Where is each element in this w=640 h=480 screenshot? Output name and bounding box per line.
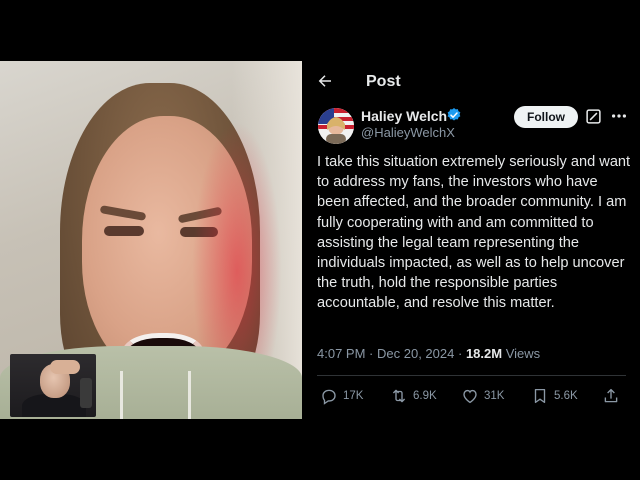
share-button[interactable] [602,387,620,405]
reply-icon [322,389,336,405]
repost-button[interactable]: 6.9K [390,387,437,405]
display-name[interactable]: Haliey Welch [361,108,447,124]
reply-count: 17K [343,390,364,402]
streamer-webcam [10,354,96,417]
bookmark-icon [534,388,546,404]
streamer-hand [50,360,80,374]
grok-icon[interactable] [585,108,602,125]
left-eye [104,226,144,236]
bookmark-button[interactable]: 5.6K [531,387,578,405]
repost-count: 6.9K [413,390,437,402]
post-time[interactable]: 4:07 PM [317,346,365,361]
back-arrow-icon[interactable] [316,72,334,90]
share-icon [604,388,618,403]
follow-button[interactable]: Follow [514,106,578,128]
verified-badge-icon [446,107,462,123]
divider [317,375,626,376]
reply-button[interactable]: 17K [320,387,363,405]
thumbnail-frame: Post Haliey Welch @HalieyWelchX Follow I… [0,0,640,480]
meta-separator: · [457,346,463,361]
more-icon[interactable] [610,107,628,125]
post-header: Post [302,61,640,103]
like-count: 31K [484,390,505,402]
post-date[interactable]: Dec 20, 2024 [377,346,454,361]
microphone [80,378,92,408]
post-text: I take this situation extremely seriousl… [317,154,631,312]
action-bar: 17K 6.9K 31K 5.6K [302,383,640,411]
like-icon [463,389,477,404]
avatar[interactable] [318,108,354,144]
hoodie-string-left [120,371,123,419]
views-label: Views [505,346,541,361]
repost-icon [392,389,406,403]
page-title: Post [366,73,401,90]
hoodie-string-right [188,371,191,419]
like-button[interactable]: 31K [461,387,504,405]
bookmark-count: 5.6K [554,390,578,402]
post-panel: Post Haliey Welch @HalieyWelchX Follow I… [302,61,640,419]
user-handle[interactable]: @HalieyWelchX [361,125,455,140]
views-count: 18.2M [465,346,503,361]
post-metadata: 4:07 PM · Dec 20, 2024 · 18.2M Views [317,346,540,361]
meta-separator: · [369,346,374,361]
